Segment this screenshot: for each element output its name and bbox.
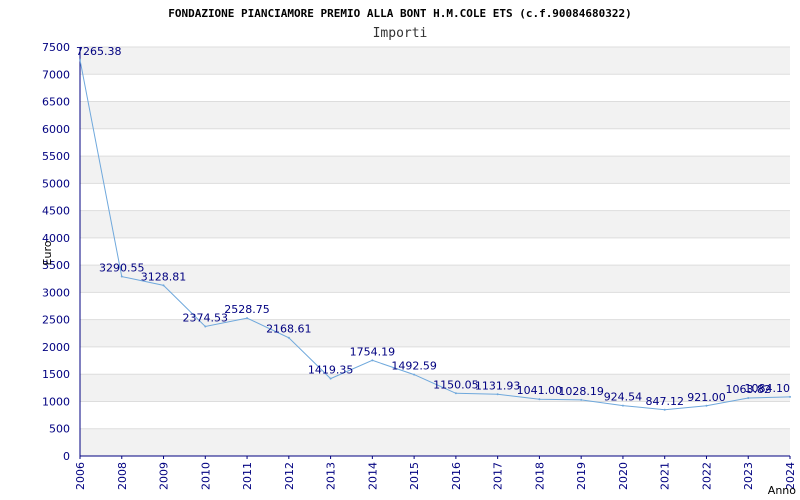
grid-band xyxy=(80,74,790,102)
y-tick-label: 7500 xyxy=(42,41,70,54)
data-point xyxy=(621,404,624,407)
x-tick-label: 2006 xyxy=(74,462,87,490)
data-label: 3128.81 xyxy=(141,270,187,283)
chart-title: FONDAZIONE PIANCIAMORE PREMIO ALLA BONT … xyxy=(168,7,632,20)
data-label: 1041.00 xyxy=(517,384,563,397)
chart-subtitle: Importi xyxy=(373,26,428,41)
x-tick-label: 2012 xyxy=(283,462,296,490)
data-label: 3290.55 xyxy=(99,262,145,275)
x-tick-label: 2021 xyxy=(659,462,672,490)
data-label: 1754.19 xyxy=(350,345,396,358)
y-tick-label: 2500 xyxy=(42,314,70,327)
data-label: 2168.61 xyxy=(266,323,312,336)
data-point xyxy=(496,393,499,396)
data-point xyxy=(371,359,374,362)
grid-band xyxy=(80,47,790,75)
y-tick-label: 1500 xyxy=(42,368,70,381)
data-point xyxy=(538,398,541,401)
x-tick-label: 2019 xyxy=(575,462,588,490)
grid-band xyxy=(80,210,790,238)
data-point xyxy=(413,373,416,376)
grid-band xyxy=(80,237,790,266)
y-tick-label: 3000 xyxy=(42,286,70,299)
y-tick-label: 0 xyxy=(63,450,70,463)
x-axis-label: Anno xyxy=(768,484,796,497)
data-point xyxy=(246,317,249,320)
y-tick-label: 1000 xyxy=(42,395,70,408)
x-tick-label: 2020 xyxy=(617,462,630,490)
grid-band xyxy=(80,183,790,211)
data-label: 2374.53 xyxy=(183,312,229,325)
data-label: 924.54 xyxy=(604,391,643,404)
data-label: 1084.10 xyxy=(745,382,791,395)
line-chart: FONDAZIONE PIANCIAMORE PREMIO ALLA BONT … xyxy=(41,7,797,497)
data-point xyxy=(747,396,750,399)
data-label: 1150.05 xyxy=(433,378,479,391)
data-point xyxy=(663,408,666,411)
data-label: 1028.19 xyxy=(558,385,604,398)
data-label: 2528.75 xyxy=(224,303,270,316)
y-tick-label: 6000 xyxy=(42,123,70,136)
x-tick-label: 2022 xyxy=(700,462,713,490)
y-axis-label: Euro xyxy=(41,240,54,265)
x-tick-label: 2017 xyxy=(492,462,505,490)
data-point xyxy=(789,395,791,398)
data-point xyxy=(120,275,123,278)
y-tick-label: 5500 xyxy=(42,150,70,163)
y-tick-label: 500 xyxy=(49,423,70,436)
data-point xyxy=(705,404,708,407)
y-tick-label: 7000 xyxy=(42,68,70,81)
data-point xyxy=(454,392,457,395)
data-point xyxy=(329,377,332,380)
grid-band xyxy=(80,428,790,456)
y-tick-label: 6500 xyxy=(42,96,70,109)
data-point xyxy=(580,398,583,401)
data-label: 921.00 xyxy=(687,391,726,404)
x-tick-label: 2009 xyxy=(158,462,171,490)
x-tick-label: 2018 xyxy=(533,462,546,490)
x-tick-labels: 2006 2008 2009 2010 2011 2012 2013 2014 2015 2016… xyxy=(74,456,797,490)
data-point xyxy=(79,58,81,61)
data-label: 7265.38 xyxy=(76,45,122,58)
x-tick-label: 2011 xyxy=(241,462,254,490)
data-label: 847.12 xyxy=(645,395,684,408)
data-point xyxy=(204,325,207,328)
data-label: 1492.59 xyxy=(391,360,437,373)
x-tick-label: 2016 xyxy=(450,462,463,490)
x-tick-label: 2008 xyxy=(116,462,129,490)
x-tick-label: 2015 xyxy=(408,462,421,490)
y-tick-label: 4500 xyxy=(42,205,70,218)
data-point xyxy=(287,336,290,339)
data-label: 1131.93 xyxy=(475,379,521,392)
y-tick-label: 5000 xyxy=(42,177,70,190)
grid-band xyxy=(80,156,790,184)
x-tick-label: 2023 xyxy=(742,462,755,490)
data-point xyxy=(162,284,165,287)
grid-band xyxy=(80,101,790,129)
x-tick-label: 2010 xyxy=(199,462,212,490)
data-label: 1419.35 xyxy=(308,364,354,377)
x-tick-label: 2013 xyxy=(325,462,338,490)
grid-band xyxy=(80,128,790,157)
x-tick-label: 2014 xyxy=(366,462,379,490)
y-tick-label: 2000 xyxy=(42,341,70,354)
grid-band xyxy=(80,265,790,293)
